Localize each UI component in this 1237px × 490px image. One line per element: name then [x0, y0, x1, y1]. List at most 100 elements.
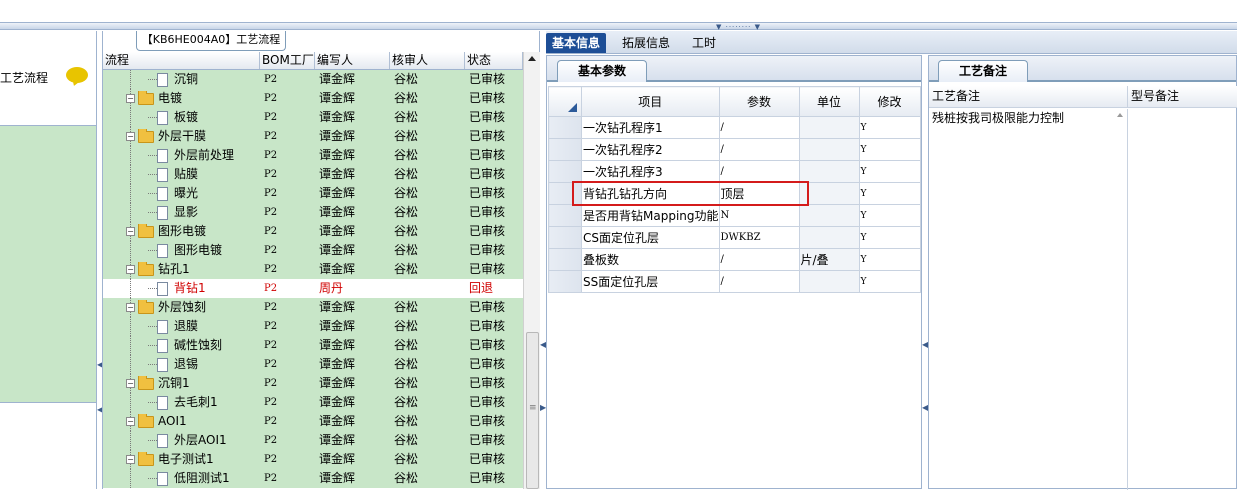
param-value-cell[interactable]: / — [718, 248, 800, 271]
tree-node[interactable]: 沉铜 — [157, 72, 198, 87]
tree-row[interactable]: − AOI1 P2 谭金辉 谷松 已审核 — [103, 412, 523, 431]
tree-node-cell[interactable]: 曝光 — [103, 184, 260, 203]
scroll-up-icon[interactable] — [528, 56, 536, 61]
tree-node-cell[interactable]: − 外层干膜 — [103, 127, 260, 146]
tab-basic-params[interactable]: 基本参数 — [557, 60, 647, 82]
tree-node-cell[interactable]: 去毛刺1 — [103, 393, 260, 412]
column-header-item[interactable]: 项目 — [581, 86, 720, 117]
collapse-node-icon[interactable]: − — [126, 379, 135, 388]
param-value-cell[interactable]: / — [718, 116, 800, 139]
tree-node-cell[interactable]: 退膜 — [103, 317, 260, 336]
collapse-node-icon[interactable]: − — [126, 455, 135, 464]
tree-node[interactable]: − 外层蚀刻 — [126, 300, 206, 315]
param-row[interactable]: SS面定位孔层 / Y — [548, 270, 921, 293]
tree-row[interactable]: 退锡 P2 谭金辉 谷松 已审核 — [103, 355, 523, 374]
tree-row[interactable]: 背钻1 P2 周丹 回退 — [103, 279, 523, 298]
column-header-reviewer[interactable]: 核审人 — [390, 52, 465, 69]
column-header-writer[interactable]: 编写人 — [315, 52, 390, 69]
column-header-flow[interactable]: 流程 — [103, 52, 260, 69]
collapse-node-icon[interactable]: − — [126, 265, 135, 274]
tree-node-cell[interactable]: 沉铜 — [103, 70, 260, 89]
tree-row[interactable]: − 电镀 P2 谭金辉 谷松 已审核 — [103, 89, 523, 108]
tree-node-cell[interactable]: − 电镀 — [103, 89, 260, 108]
tree-node[interactable]: 板镀 — [157, 110, 198, 125]
tree-node[interactable]: 曝光 — [157, 186, 198, 201]
param-value-cell[interactable]: N — [718, 204, 800, 227]
row-header[interactable] — [548, 226, 582, 249]
collapse-node-icon[interactable]: − — [126, 417, 135, 426]
tree-row[interactable]: 外层AOI1 P2 谭金辉 谷松 已审核 — [103, 431, 523, 450]
column-header-bom-factory[interactable]: BOM工厂 — [260, 52, 315, 69]
splitter-grip-icon[interactable]: ▼ ········ ▼ — [716, 23, 761, 31]
tab-basic-info[interactable]: 基本信息 — [546, 33, 607, 53]
collapse-node-icon[interactable]: − — [126, 132, 135, 141]
tree-row[interactable]: 沉铜 P2 谭金辉 谷松 已审核 — [103, 70, 523, 89]
tree-node[interactable]: − 电子测试1 — [126, 452, 214, 467]
tree-row[interactable]: − 钻孔1 P2 谭金辉 谷松 已审核 — [103, 260, 523, 279]
tree-node-cell[interactable]: 外层前处理 — [103, 146, 260, 165]
tree-node-cell[interactable]: 图形电镀 — [103, 241, 260, 260]
column-header-modify[interactable]: 修改 — [858, 86, 921, 117]
column-header-unit[interactable]: 单位 — [798, 86, 860, 117]
tree-node[interactable]: 背钻1 — [157, 281, 206, 296]
tree-node-cell[interactable]: 背钻1 — [103, 279, 260, 298]
tree-node[interactable]: 碱性蚀刻 — [157, 338, 222, 353]
tree-node[interactable]: 退膜 — [157, 319, 198, 334]
column-header-param[interactable]: 参数 — [718, 86, 800, 117]
tree-node[interactable]: − 外层干膜 — [126, 129, 206, 144]
tree-row[interactable]: 贴膜 P2 谭金辉 谷松 已审核 — [103, 165, 523, 184]
tree-node-cell[interactable]: 外层AOI1 — [103, 431, 260, 450]
process-note-cell[interactable]: 残桩按我司极限能力控制 — [929, 109, 1128, 490]
param-row[interactable]: 一次钻孔程序2/ Y — [548, 138, 921, 161]
tree-node-cell[interactable]: 贴膜 — [103, 165, 260, 184]
tree-node-cell[interactable]: 显影 — [103, 203, 260, 222]
left-panel-header[interactable]: 工艺流程 — [0, 49, 96, 125]
tree-row[interactable]: 曝光 P2 谭金辉 谷松 已审核 — [103, 184, 523, 203]
tree-row[interactable]: − 图形电镀 P2 谭金辉 谷松 已审核 — [103, 222, 523, 241]
tree-node[interactable]: 图形电镀 — [157, 243, 222, 258]
tree-row[interactable]: 显影 P2 谭金辉 谷松 已审核 — [103, 203, 523, 222]
tree-row[interactable]: 板镀 P2 谭金辉 谷松 已审核 — [103, 108, 523, 127]
collapse-node-icon[interactable]: − — [126, 303, 135, 312]
model-note-cell[interactable] — [1128, 109, 1237, 490]
tree-row[interactable]: − 电子测试1 P2 谭金辉 谷松 已审核 — [103, 450, 523, 469]
tree-node-cell[interactable]: − 外层蚀刻 — [103, 298, 260, 317]
tree-node-cell[interactable]: − 沉铜1 — [103, 374, 260, 393]
tree-row[interactable]: − 沉铜1 P2 谭金辉 谷松 已审核 — [103, 374, 523, 393]
tree-row[interactable]: − 外层干膜 P2 谭金辉 谷松 已审核 — [103, 127, 523, 146]
row-header[interactable] — [548, 116, 582, 139]
tree-node-cell[interactable]: 板镀 — [103, 108, 260, 127]
param-row[interactable]: 是否用背钻Mapping功能 N Y — [548, 204, 921, 227]
param-value-cell[interactable]: / — [718, 160, 800, 183]
note-scroll-up-icon[interactable] — [1117, 113, 1123, 117]
scrollbar-thumb[interactable]: ≡ — [526, 332, 539, 489]
splitter-bar[interactable] — [0, 22, 1237, 30]
tree-node-cell[interactable]: − 钻孔1 — [103, 260, 260, 279]
tree-row[interactable]: 低阻测试1 P2 谭金辉 谷松 已审核 — [103, 469, 523, 488]
column-header-process-note[interactable]: 工艺备注 — [929, 86, 1128, 107]
tree-row[interactable]: 外层前处理 P2 谭金辉 谷松 已审核 — [103, 146, 523, 165]
param-value-cell[interactable]: / — [718, 138, 800, 161]
param-row[interactable]: 叠板数 / 片/叠 Y — [548, 248, 921, 271]
tree-row[interactable]: 去毛刺1 P2 谭金辉 谷松 已审核 — [103, 393, 523, 412]
tree-node[interactable]: − 沉铜1 — [126, 376, 190, 391]
collapse-node-icon[interactable]: − — [126, 227, 135, 236]
comment-bubble-icon[interactable] — [66, 67, 88, 83]
tree-node-cell[interactable]: − 电子测试1 — [103, 450, 260, 469]
tree-node[interactable]: 外层前处理 — [157, 148, 234, 163]
param-row[interactable]: 一次钻孔程序1/ Y — [548, 116, 921, 139]
tree-vertical-scrollbar[interactable]: ≡ — [523, 52, 540, 489]
tree-node[interactable]: − 图形电镀 — [126, 224, 206, 239]
row-header[interactable] — [548, 248, 582, 271]
column-header-status[interactable]: 状态 — [465, 52, 523, 69]
tree-node[interactable]: 显影 — [157, 205, 198, 220]
param-row[interactable]: CS面定位孔层 DWKBZ Y — [548, 226, 921, 249]
param-value-cell[interactable]: / — [718, 270, 800, 293]
tree-node[interactable]: − AOI1 — [126, 414, 187, 429]
tab-work-hours[interactable]: 工时 — [686, 33, 722, 53]
row-header[interactable] — [548, 138, 582, 161]
tree-node-cell[interactable]: 退锡 — [103, 355, 260, 374]
tree-node[interactable]: − 钻孔1 — [126, 262, 190, 277]
tree-node[interactable]: − 电镀 — [126, 91, 182, 106]
tree-node-cell[interactable]: 碱性蚀刻 — [103, 336, 260, 355]
